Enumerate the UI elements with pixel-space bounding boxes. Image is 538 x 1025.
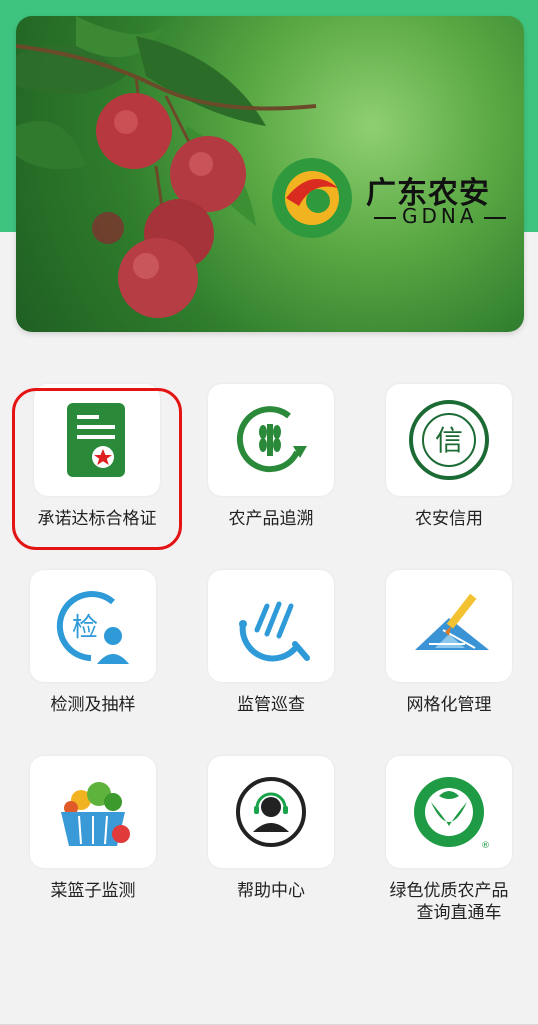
menu-label: 绿色优质农产品 查询直通车 (364, 880, 534, 924)
menu-label-line2: 查询直通车 (416, 903, 502, 923)
menu-item-basket[interactable]: 菜篮子监测 (8, 756, 178, 902)
menu-item-credit[interactable]: 信 农安信用 (364, 384, 534, 530)
wheat-trace-icon (236, 406, 307, 473)
inspection-person-icon: 检 (56, 591, 129, 664)
menu-item-trace[interactable]: 农产品追溯 (186, 384, 356, 530)
grid-pencil-icon (415, 593, 489, 650)
menu-label: 农产品追溯 (228, 509, 314, 529)
credit-seal-icon: 信 (409, 400, 489, 480)
svg-text:检: 检 (72, 613, 98, 643)
svg-text:®: ® (481, 841, 489, 851)
highlight-frame (12, 388, 182, 550)
green-food-logo-icon: ® (414, 777, 489, 851)
menu-item-help[interactable]: 帮助中心 (186, 756, 356, 902)
menu-label: 菜篮子监测 (50, 881, 136, 901)
patrol-search-icon (239, 601, 310, 662)
banner-image[interactable]: 广东农安 GDNA (16, 16, 524, 332)
menu-item-patrol[interactable]: 监管巡查 (186, 570, 356, 716)
menu-label: 检测及抽样 (50, 695, 136, 715)
menu-item-inspection[interactable]: 检 检测及抽样 (8, 570, 178, 716)
menu-label: 农安信用 (415, 509, 483, 529)
brand-name-en: GDNA (374, 204, 506, 228)
menu-label-line1: 绿色优质农产品 (389, 881, 509, 901)
menu-label: 帮助中心 (237, 881, 305, 901)
headset-support-icon (236, 777, 306, 847)
menu-label: 监管巡查 (237, 695, 305, 715)
svg-text:信: 信 (435, 424, 463, 457)
menu-item-green-food[interactable]: ® 绿色优质农产品 查询直通车 (364, 756, 534, 924)
menu-label: 网格化管理 (406, 695, 492, 715)
vegetable-basket-icon (61, 782, 130, 846)
menu-item-grid[interactable]: 网格化管理 (364, 570, 534, 716)
